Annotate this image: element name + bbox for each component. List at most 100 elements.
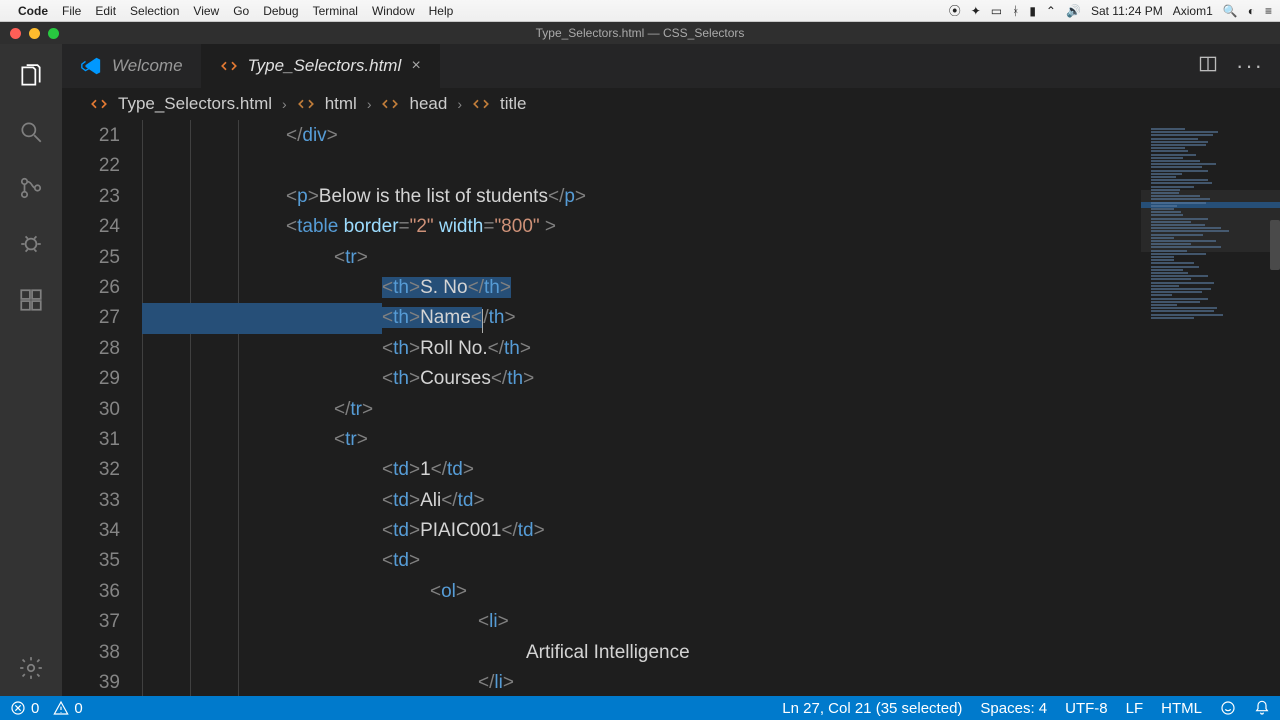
menu-go[interactable]: Go — [233, 4, 249, 18]
line-number: 25 — [62, 243, 120, 273]
status-errors[interactable]: 0 — [10, 700, 39, 717]
code-line[interactable]: <ol> — [142, 577, 1140, 607]
code-line[interactable]: <th>Roll No.</th> — [142, 334, 1140, 364]
line-number: 34 — [62, 516, 120, 546]
split-editor-icon[interactable] — [1198, 54, 1218, 79]
close-window-button[interactable] — [10, 28, 21, 39]
line-number: 21 — [62, 121, 120, 151]
code-line[interactable] — [142, 151, 1140, 181]
user-name[interactable]: Axiom1 — [1173, 4, 1213, 18]
status-language[interactable]: HTML — [1161, 700, 1202, 717]
code-line[interactable]: <tr> — [142, 243, 1140, 273]
tab-active-file[interactable]: Type_Selectors.html × — [202, 44, 440, 88]
more-actions-icon[interactable]: ··· — [1236, 53, 1264, 79]
explorer-icon[interactable] — [17, 62, 45, 90]
volume-icon[interactable]: 🔊 — [1066, 4, 1081, 18]
line-number: 28 — [62, 334, 120, 364]
tab-welcome[interactable]: Welcome — [62, 44, 202, 88]
editor-area[interactable]: 21222324252627282930313233343536373839 <… — [62, 120, 1280, 696]
code-line[interactable]: <tr> — [142, 425, 1140, 455]
line-number: 31 — [62, 425, 120, 455]
menu-selection[interactable]: Selection — [130, 4, 179, 18]
line-number: 23 — [62, 182, 120, 212]
menu-edit[interactable]: Edit — [95, 4, 116, 18]
maximize-window-button[interactable] — [48, 28, 59, 39]
status-warnings[interactable]: 0 — [53, 700, 82, 717]
status-indentation[interactable]: Spaces: 4 — [980, 700, 1047, 717]
text-cursor — [482, 309, 484, 333]
code-line[interactable]: </li> — [142, 668, 1140, 696]
line-number: 37 — [62, 607, 120, 637]
code-line[interactable]: <td>1</td> — [142, 455, 1140, 485]
line-number: 38 — [62, 638, 120, 668]
battery-icon[interactable]: ▮ — [1029, 4, 1036, 18]
app-name[interactable]: Code — [18, 4, 48, 18]
minimap[interactable] — [1140, 120, 1280, 696]
chevron-right-icon: › — [282, 96, 287, 112]
settings-gear-icon[interactable] — [17, 654, 45, 682]
menu-help[interactable]: Help — [429, 4, 454, 18]
status-bar: 0 0 Ln 27, Col 21 (35 selected) Spaces: … — [0, 696, 1280, 720]
wifi-icon[interactable]: ⌃ — [1046, 4, 1056, 18]
siri-icon[interactable]: ◐ — [1248, 4, 1255, 18]
code-line[interactable]: <th>S. No</th> — [142, 273, 1140, 303]
minimap-scrollbar[interactable] — [1270, 220, 1280, 270]
line-number: 24 — [62, 212, 120, 242]
notification-center-icon[interactable]: ≡ — [1265, 4, 1272, 18]
clock[interactable]: Sat 11:24 PM — [1091, 4, 1163, 18]
code-line[interactable]: <td>PIAIC001</td> — [142, 516, 1140, 546]
source-control-icon[interactable] — [17, 174, 45, 202]
debug-icon[interactable] — [17, 230, 45, 258]
code-line[interactable]: <td> — [142, 546, 1140, 576]
menubar-status-icons: ⦿ ✦ ▭ ᚼ ▮ ⌃ 🔊 Sat 11:24 PM Axiom1 🔍 ◐ ≡ — [949, 2, 1272, 19]
close-tab-icon[interactable]: × — [411, 57, 420, 75]
traffic-lights — [0, 28, 59, 39]
menu-window[interactable]: Window — [372, 4, 415, 18]
code-line[interactable]: <th>Courses</th> — [142, 364, 1140, 394]
bluetooth-icon[interactable]: ᚼ — [1012, 4, 1019, 18]
vscode-icon — [80, 55, 102, 77]
window-titlebar: Type_Selectors.html — CSS_Selectors — [0, 22, 1280, 44]
menu-file[interactable]: File — [62, 4, 81, 18]
tab-active-label: Type_Selectors.html — [248, 56, 402, 76]
code-line[interactable]: <p>Below is the list of students</p> — [142, 182, 1140, 212]
code-content[interactable]: </div> <p>Below is the list of students</… — [142, 120, 1140, 696]
code-line[interactable]: Artifical Intelligence — [142, 638, 1140, 668]
code-line[interactable]: <td>Ali</td> — [142, 486, 1140, 516]
record-icon[interactable]: ⦿ — [949, 2, 961, 19]
breadcrumb-file[interactable]: Type_Selectors.html — [118, 94, 272, 114]
code-line[interactable]: </div> — [142, 121, 1140, 151]
menu-debug[interactable]: Debug — [263, 4, 298, 18]
line-number: 39 — [62, 668, 120, 696]
html-element-icon — [297, 95, 315, 113]
code-line[interactable]: <li> — [142, 607, 1140, 637]
breadcrumb-title[interactable]: title — [500, 94, 526, 114]
line-number: 22 — [62, 151, 120, 181]
status-eol[interactable]: LF — [1126, 700, 1144, 717]
status-cursor-position[interactable]: Ln 27, Col 21 (35 selected) — [782, 700, 962, 717]
error-count: 0 — [31, 700, 39, 717]
spotlight-icon[interactable]: 🔍 — [1223, 4, 1238, 18]
html-element-icon — [381, 95, 399, 113]
tab-bar: Welcome Type_Selectors.html × ··· — [62, 44, 1280, 88]
line-number: 26 — [62, 273, 120, 303]
breadcrumb-head[interactable]: head — [409, 94, 447, 114]
extensions-icon[interactable] — [17, 286, 45, 314]
app-tray-icon[interactable]: ✦ — [971, 4, 981, 18]
minimize-window-button[interactable] — [29, 28, 40, 39]
menu-terminal[interactable]: Terminal — [313, 4, 358, 18]
feedback-icon[interactable] — [1220, 700, 1236, 716]
code-line[interactable]: <th>Name</th> — [142, 303, 1140, 333]
breadcrumb[interactable]: Type_Selectors.html › html › head › titl… — [62, 88, 1280, 120]
tab-welcome-label: Welcome — [112, 56, 183, 76]
line-number-gutter: 21222324252627282930313233343536373839 — [62, 120, 142, 696]
status-encoding[interactable]: UTF-8 — [1065, 700, 1108, 717]
code-line[interactable]: <table border="2" width="800" > — [142, 212, 1140, 242]
screen-share-icon[interactable]: ▭ — [991, 4, 1002, 18]
breadcrumb-html[interactable]: html — [325, 94, 357, 114]
notifications-icon[interactable] — [1254, 700, 1270, 716]
search-icon[interactable] — [17, 118, 45, 146]
html-element-icon — [472, 95, 490, 113]
code-line[interactable]: </tr> — [142, 395, 1140, 425]
menu-view[interactable]: View — [193, 4, 219, 18]
